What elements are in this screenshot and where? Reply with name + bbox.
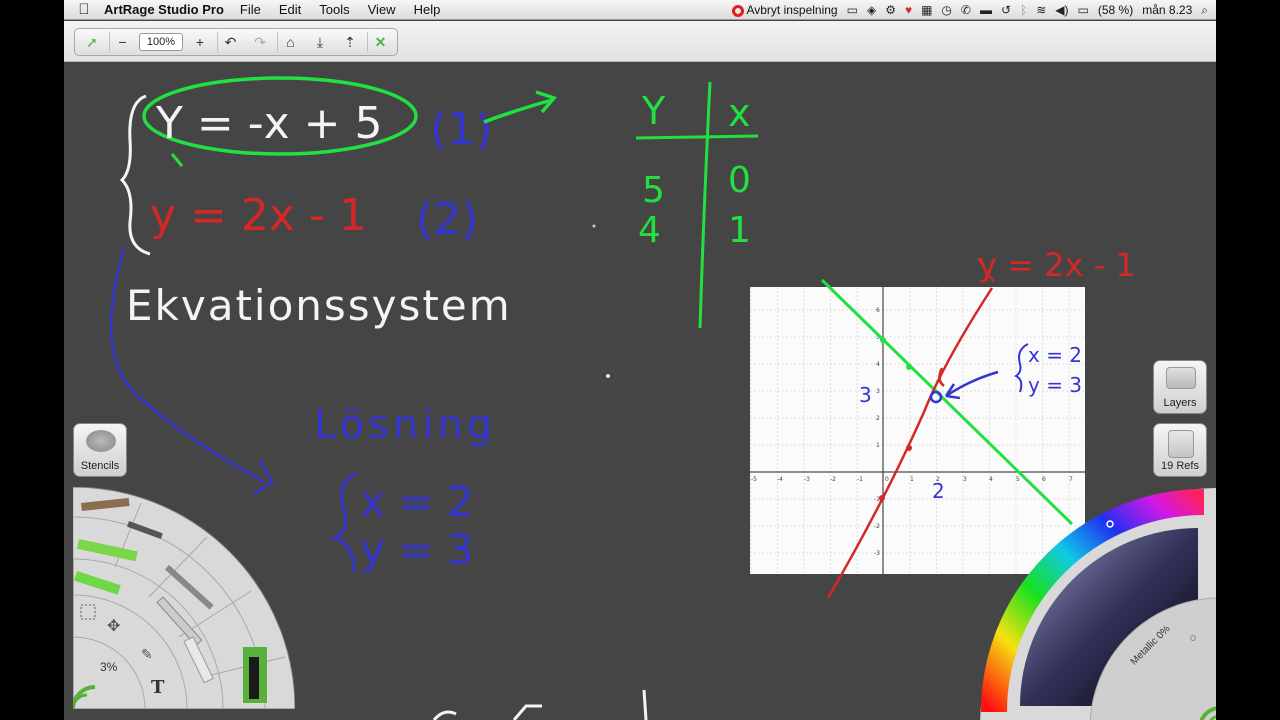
dropbox-icon[interactable]: ◈ <box>867 3 876 17</box>
spotlight-search-icon[interactable]: ⌕ <box>1201 3 1208 18</box>
heart-icon[interactable]: ♥ <box>905 3 912 17</box>
wifi-icon[interactable]: ≋ <box>1036 3 1046 17</box>
close-icon[interactable]: ✕ <box>367 31 393 53</box>
stencils-button[interactable]: Stencils <box>73 423 127 477</box>
time-machine-icon[interactable]: ↺ <box>1001 3 1011 17</box>
stencils-label: Stencils <box>80 460 120 472</box>
battery-percent: (58 %) <box>1097 3 1134 17</box>
menubar:  ArtRage Studio Pro File Edit Tools Vie… <box>64 0 1216 20</box>
stencils-icon <box>86 430 116 452</box>
transform-icon[interactable]: ✥ <box>107 616 120 635</box>
bluetooth-icon[interactable]: ᛒ <box>1020 3 1027 17</box>
refs-label: 19 Refs <box>1161 460 1199 472</box>
tool-picker[interactable]: ✥ ✎ T <box>73 487 295 709</box>
apple-menu-icon[interactable]:  <box>64 1 104 18</box>
intersection-point <box>929 390 943 404</box>
pan-icon[interactable]: ➚ <box>79 31 105 53</box>
letterbox-left <box>0 0 64 720</box>
undo-icon[interactable]: ↶ <box>217 31 243 53</box>
phone-icon[interactable]: ✆ <box>961 3 971 17</box>
export-icon[interactable]: ⇡ <box>337 31 363 53</box>
references-button[interactable]: 19 Refs <box>1153 423 1207 477</box>
menu-edit[interactable]: Edit <box>279 2 301 17</box>
redo-icon[interactable]: ↷ <box>247 31 273 53</box>
letterbox-right <box>1216 0 1280 720</box>
artrage-toolbar: ➚ − 100% + ↶ ↷ ⌂ ⤓ ⇡ ✕ <box>64 21 1216 62</box>
brush-size-readout: 3% <box>100 660 118 674</box>
import-icon[interactable]: ⤓ <box>307 31 333 53</box>
zoom-out-button[interactable]: − <box>109 31 135 53</box>
pin-icon <box>1168 430 1194 458</box>
toolbar-group: ➚ − 100% + ↶ ↷ ⌂ ⤓ ⇡ ✕ <box>74 28 398 56</box>
grid-icon[interactable]: ▦ <box>921 3 932 17</box>
text-tool-icon[interactable]: T <box>151 677 165 698</box>
timer-icon[interactable]: ◷ <box>941 3 951 17</box>
menu-app-name[interactable]: ArtRage Studio Pro <box>104 2 224 17</box>
layers-button[interactable]: Layers <box>1153 360 1207 414</box>
color-picker[interactable] <box>980 488 1216 720</box>
graph-x-mark: 2 <box>932 479 945 503</box>
layers-label: Layers <box>1163 397 1197 409</box>
graph-point-y: y = 3 <box>1028 373 1082 397</box>
document-icon[interactable]: ▭ <box>847 3 858 17</box>
record-icon <box>732 4 745 17</box>
layers-icon <box>1166 367 1196 389</box>
menu-file[interactable]: File <box>240 2 261 17</box>
battery-icon[interactable]: ▭ <box>1078 3 1089 17</box>
status-area: Avbryt inspelning ▭ ◈ ⚙ ♥ ▦ ◷ ✆ ▬ ↺ ᛒ ≋ … <box>732 0 1208 20</box>
graph-y-mark: 3 <box>859 383 872 407</box>
volume-icon[interactable]: ◀) <box>1055 3 1068 17</box>
recording-status[interactable]: Avbryt inspelning <box>732 3 838 17</box>
menu-help[interactable]: Help <box>414 2 441 17</box>
graph-point-x: x = 2 <box>1028 343 1082 367</box>
clock[interactable]: mån 8.23 <box>1142 3 1192 17</box>
gear-icon[interactable]: ⚙ <box>885 3 896 17</box>
recording-label: Avbryt inspelning <box>746 3 838 17</box>
menu-view[interactable]: View <box>368 2 396 17</box>
zoom-level[interactable]: 100% <box>139 33 183 51</box>
painting-canvas[interactable]: Y = -x + 5 (1) y = 2x - 1 (2) Ekvationss… <box>64 62 1216 720</box>
menu-tools[interactable]: Tools <box>319 2 349 17</box>
zoom-in-button[interactable]: + <box>187 31 213 53</box>
screen:  ArtRage Studio Pro File Edit Tools Vie… <box>64 0 1216 720</box>
canvas-settings-icon[interactable]: ⌂ <box>277 31 303 53</box>
display-icon[interactable]: ▬ <box>980 3 992 17</box>
eyedropper-icon[interactable]: ✎ <box>141 647 153 663</box>
line-red <box>826 287 994 599</box>
